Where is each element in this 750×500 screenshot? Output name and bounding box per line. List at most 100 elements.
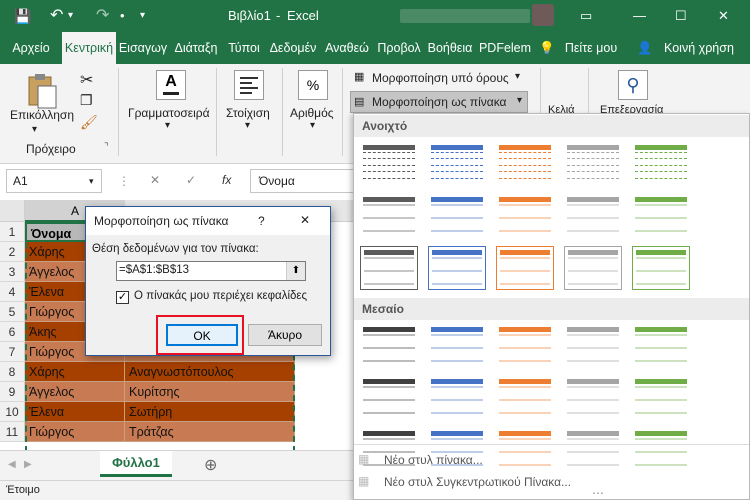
dialog-help-button[interactable]: ? xyxy=(258,214,265,228)
tab-insert[interactable]: Εισαγωγ xyxy=(117,32,169,64)
table-style-swatch[interactable] xyxy=(428,324,486,368)
table-style-swatch[interactable] xyxy=(496,194,554,238)
range-input[interactable]: =$A$1:$B$13 xyxy=(116,261,306,281)
lightbulb-icon[interactable]: 💡 xyxy=(538,32,556,64)
table-style-swatch[interactable] xyxy=(428,194,486,238)
select-all-corner[interactable] xyxy=(0,200,25,222)
table-style-swatch[interactable] xyxy=(496,376,554,420)
conditional-formatting-button[interactable]: ▦ Μορφοποίηση υπό όρους ▾ xyxy=(352,68,524,88)
formula-input[interactable]: Όνομα xyxy=(250,169,355,193)
table-style-swatch[interactable] xyxy=(360,194,418,238)
table-style-swatch[interactable] xyxy=(360,246,418,290)
search-icon[interactable]: ⚲ xyxy=(618,70,648,100)
tab-home[interactable]: Κεντρική xyxy=(62,32,116,64)
share-button[interactable]: Κοινή χρήση xyxy=(656,32,742,64)
tab-pdfelement[interactable]: PDFelem xyxy=(477,32,533,64)
table-style-swatch[interactable] xyxy=(496,324,554,368)
table-style-swatch[interactable] xyxy=(632,324,690,368)
alignment-icon[interactable] xyxy=(234,70,264,100)
headers-checkbox-label[interactable]: Ο πίνακάς μου περιέχει κεφαλίδες xyxy=(134,290,307,302)
tab-data[interactable]: Δεδομέν xyxy=(266,32,320,64)
paste-button[interactable] xyxy=(26,72,58,110)
cell-b[interactable]: Κυρίτσης xyxy=(125,382,295,402)
paste-label[interactable]: Επικόλληση xyxy=(10,108,74,122)
cell-a[interactable]: Γιώργος xyxy=(25,422,125,442)
table-style-swatch[interactable] xyxy=(564,246,622,290)
format-as-table-button[interactable]: ▤ Μορφοποίηση ως πίνακα ▾ xyxy=(350,91,528,113)
ribbon-display-options-icon[interactable]: ▭ xyxy=(580,0,592,32)
table-style-gallery[interactable]: Ανοιχτό Μεσαίο ▦ Νέο στυλ πίνακα... ▦ Νέ… xyxy=(353,113,750,500)
row-header[interactable]: 9 xyxy=(0,382,25,402)
tell-me-box[interactable]: Πείτε μου xyxy=(560,32,622,64)
table-style-swatch[interactable] xyxy=(564,194,622,238)
cell-a[interactable]: Χάρης xyxy=(25,362,125,382)
row-header[interactable]: 6 xyxy=(0,322,25,342)
collapse-dialog-icon[interactable]: ⬆ xyxy=(286,262,305,280)
tab-review[interactable]: Αναθεώ xyxy=(321,32,373,64)
clipboard-expander-icon[interactable]: ⌝ xyxy=(104,142,109,153)
cancel-icon[interactable]: ✕ xyxy=(150,173,160,187)
number-dropdown-icon[interactable]: ▾ xyxy=(310,120,315,131)
gallery-resize-grip[interactable]: ⋯ xyxy=(592,486,604,500)
avatar[interactable] xyxy=(532,4,554,26)
sheet-tab-1[interactable]: Φύλλο1 xyxy=(100,451,172,477)
table-style-swatch[interactable] xyxy=(360,324,418,368)
restore-button[interactable]: ☐ xyxy=(675,0,687,32)
row-header[interactable]: 5 xyxy=(0,302,25,322)
number-group-button[interactable]: Αριθμός xyxy=(290,106,334,120)
tab-file[interactable]: Αρχείο xyxy=(4,32,58,64)
redo-icon[interactable]: ↷ xyxy=(96,0,109,32)
ok-button[interactable]: OK xyxy=(166,324,238,346)
new-table-style-item[interactable]: ▦ Νέο στυλ πίνακα... xyxy=(358,450,738,470)
touch-mode-dot-icon[interactable]: • xyxy=(120,0,125,32)
undo-dropdown-icon[interactable]: ▾ xyxy=(68,0,73,32)
customize-toolbar-icon[interactable]: ▾ xyxy=(140,0,145,32)
table-style-swatch[interactable] xyxy=(496,142,554,186)
font-group-button[interactable]: Γραμματοσειρά xyxy=(128,106,210,120)
insert-function-icon[interactable]: fx xyxy=(222,173,231,187)
headers-checkbox[interactable]: ✓ xyxy=(116,291,129,304)
row-header[interactable]: 3 xyxy=(0,262,25,282)
table-style-swatch[interactable] xyxy=(428,142,486,186)
dialog-close-button[interactable]: ✕ xyxy=(300,213,310,227)
row-header[interactable]: 11 xyxy=(0,422,25,442)
row-header[interactable]: 1 xyxy=(0,222,25,242)
cancel-button[interactable]: Άκυρο xyxy=(248,324,322,346)
cut-icon[interactable]: ✂ xyxy=(80,70,93,90)
row-header[interactable]: 7 xyxy=(0,342,25,362)
format-painter-icon[interactable]: 🖌 xyxy=(80,114,98,131)
add-sheet-icon[interactable]: ⊕ xyxy=(204,455,217,475)
alignment-dropdown-icon[interactable]: ▾ xyxy=(245,120,250,131)
number-icon[interactable]: % xyxy=(298,70,328,100)
row-header[interactable]: 2 xyxy=(0,242,25,262)
save-icon[interactable]: 💾 xyxy=(14,0,31,32)
sheet-nav-left-icon[interactable]: ◀ xyxy=(8,459,16,470)
sheet-nav-right-icon[interactable]: ▶ xyxy=(24,459,32,470)
undo-icon[interactable]: ↶ xyxy=(50,0,63,32)
row-header[interactable]: 8 xyxy=(0,362,25,382)
table-style-swatch[interactable] xyxy=(360,142,418,186)
font-dropdown-icon[interactable]: ▾ xyxy=(165,120,170,131)
tab-view[interactable]: Προβολ xyxy=(375,32,423,64)
copy-icon[interactable]: ❐ xyxy=(80,92,93,109)
table-style-swatch[interactable] xyxy=(564,142,622,186)
cell-a[interactable]: Έλενα xyxy=(25,402,125,422)
table-style-swatch[interactable] xyxy=(428,376,486,420)
tab-help[interactable]: Βοήθεια xyxy=(425,32,475,64)
font-icon[interactable]: A xyxy=(156,70,186,100)
table-style-swatch[interactable] xyxy=(632,194,690,238)
table-style-swatch[interactable] xyxy=(632,142,690,186)
table-style-swatch[interactable] xyxy=(428,246,486,290)
share-icon[interactable]: 👤 xyxy=(636,32,654,64)
table-style-swatch[interactable] xyxy=(564,376,622,420)
table-style-swatch[interactable] xyxy=(632,246,690,290)
minimize-button[interactable]: — xyxy=(633,0,646,32)
tab-formulas[interactable]: Τύποι xyxy=(223,32,265,64)
cell-b[interactable]: Σωτήρη xyxy=(125,402,295,422)
name-box[interactable]: A1 ▾ xyxy=(6,169,102,193)
row-header[interactable]: 10 xyxy=(0,402,25,422)
new-pivot-style-item[interactable]: ▦ Νέο στυλ Συγκεντρωτικού Πίνακα... xyxy=(358,472,738,492)
cell-b[interactable]: Τράτζας xyxy=(125,422,295,442)
table-style-swatch[interactable] xyxy=(496,246,554,290)
close-button[interactable]: ✕ xyxy=(718,0,729,32)
